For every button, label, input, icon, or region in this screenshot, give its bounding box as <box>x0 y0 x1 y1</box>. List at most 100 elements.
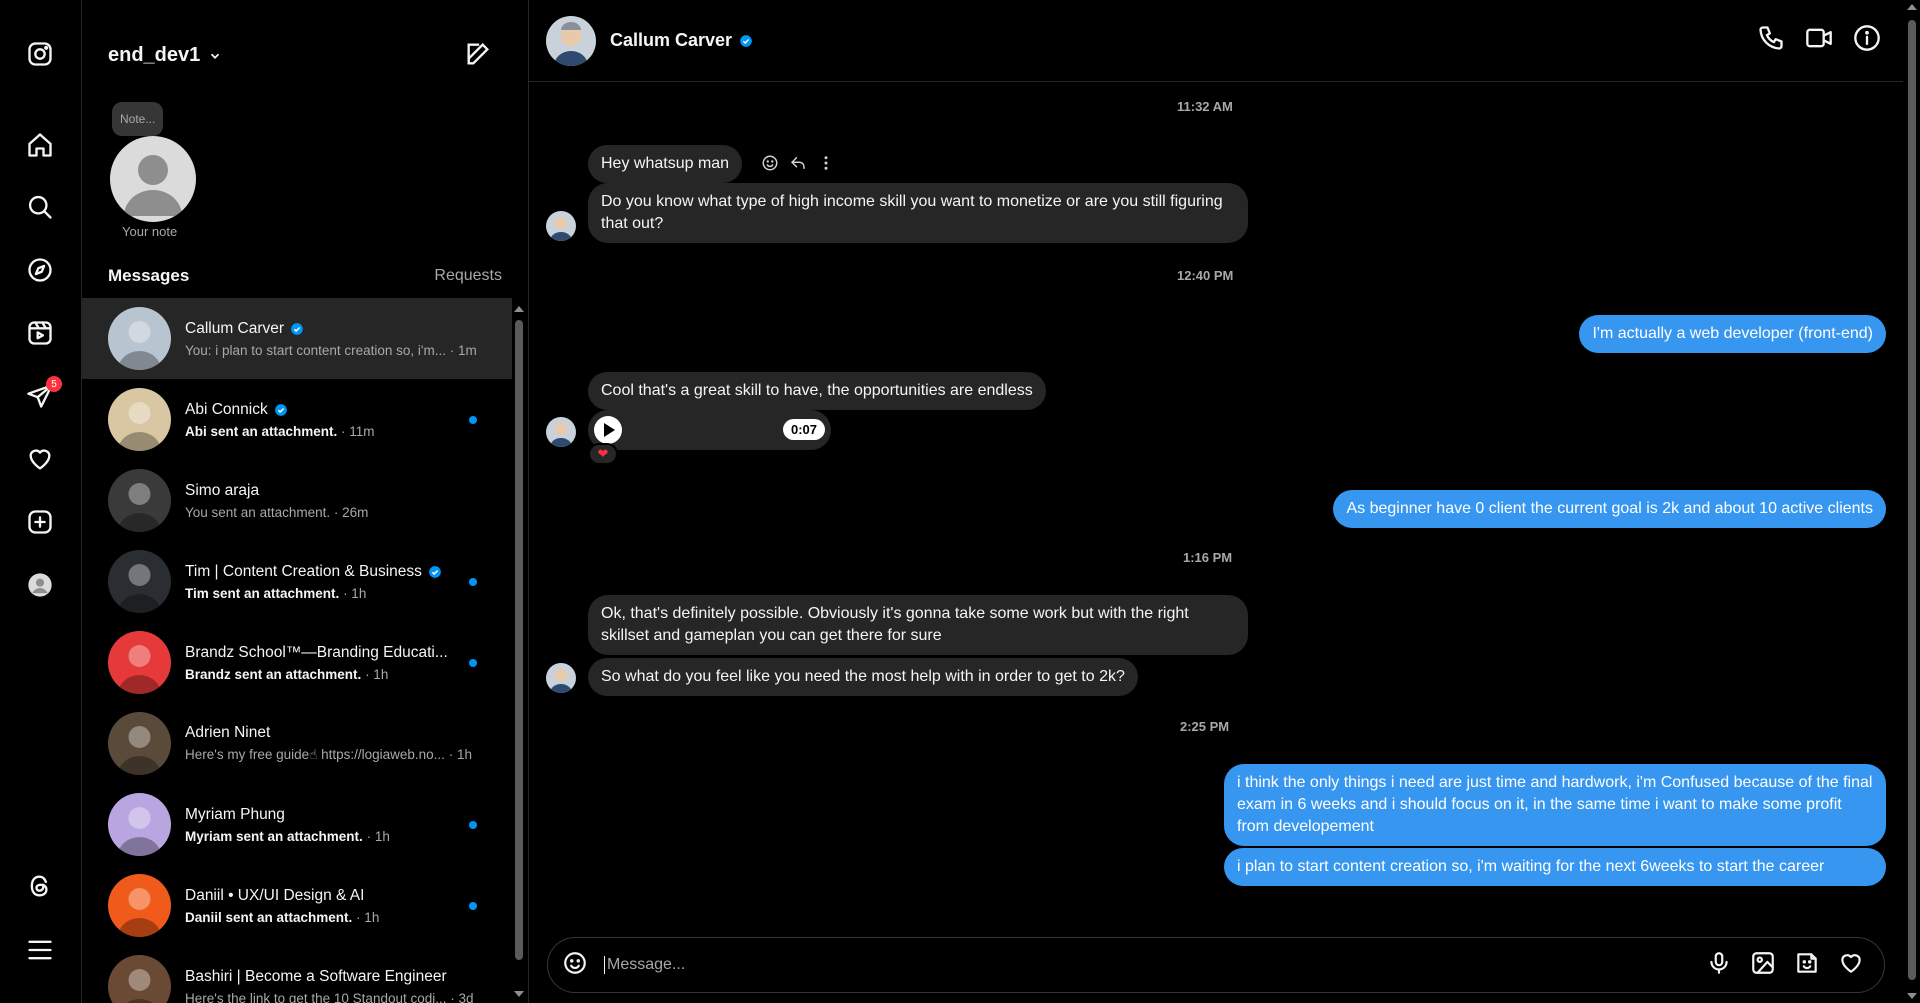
message-timestamp: 11:32 AM <box>1177 99 1233 114</box>
sender-avatar[interactable] <box>546 417 576 447</box>
outgoing-message[interactable]: I'm actually a web developer (front-end) <box>1579 315 1886 353</box>
contact-name-link[interactable]: Callum Carver <box>610 30 753 51</box>
conversation-preview: Myriam sent an attachment. <box>185 828 363 844</box>
profile-avatar-icon[interactable] <box>22 567 58 603</box>
audio-call-icon[interactable] <box>1757 24 1789 56</box>
threads-icon[interactable] <box>22 868 58 904</box>
create-plus-icon[interactable] <box>22 504 58 540</box>
chat-header-actions <box>1757 24 1903 56</box>
conversation-item[interactable]: Abi Connick Abi sent an attachment. · 11m <box>82 379 512 460</box>
account-switcher[interactable]: end_dev1 <box>108 44 222 67</box>
conversation-avatar <box>108 793 171 856</box>
incoming-message[interactable]: Ok, that's definitely possible. Obviousl… <box>588 595 1248 655</box>
outgoing-message[interactable]: As beginner have 0 client the current go… <box>1333 490 1886 528</box>
contact-avatar[interactable] <box>546 15 596 66</box>
message-timestamp: 1:16 PM <box>1183 550 1233 565</box>
microphone-icon[interactable] <box>1706 950 1736 980</box>
conversation-avatar <box>108 874 171 937</box>
more-menu-icon[interactable] <box>22 932 58 968</box>
conversation-avatar <box>108 550 171 613</box>
more-options-icon[interactable] <box>817 154 835 172</box>
chevron-down-icon <box>211 53 220 59</box>
emoji-picker-icon[interactable] <box>562 950 592 980</box>
conversation-avatar <box>108 712 171 775</box>
unread-dot <box>469 577 477 586</box>
conversation-preview: You: i plan to start content creation so… <box>185 342 446 358</box>
reply-icon[interactable] <box>789 154 807 172</box>
message-timestamp: 2:25 PM <box>1180 719 1230 734</box>
conversation-preview: Abi sent an attachment. <box>185 423 338 439</box>
requests-link[interactable]: Requests <box>434 267 502 285</box>
incoming-message[interactable]: Cool that's a great skill to have, the o… <box>588 372 1046 410</box>
conversation-time: · 1h <box>448 747 472 762</box>
sender-avatar[interactable] <box>546 211 576 241</box>
contact-name: Callum Carver <box>610 30 733 50</box>
search-icon[interactable] <box>22 189 58 225</box>
conversation-time: · 26m <box>333 504 369 520</box>
heart-reaction[interactable]: ❤ <box>588 443 618 465</box>
conversation-panel: end_dev1 Note... Your note Messages Requ… <box>82 0 529 1003</box>
message-input[interactable] <box>604 956 1706 974</box>
conversation-time: · 1h <box>343 585 367 601</box>
conversation-item[interactable]: Simo araja You sent an attachment. · 26m <box>82 460 512 541</box>
conversation-time: · 1h <box>356 909 380 925</box>
instagram-dm-app: 5 end_dev1 Note... Your note Messages Re… <box>0 0 1920 1003</box>
conversation-name: Abi Connick <box>185 400 268 418</box>
note-bubble[interactable]: Note... <box>112 102 164 136</box>
conversation-avatar <box>108 469 171 532</box>
conversation-preview: You sent an attachment. <box>185 504 331 520</box>
conversation-item[interactable]: Bashiri | Become a Software Engineer Here… <box>82 946 512 1003</box>
unread-dot <box>469 901 477 910</box>
conversation-preview: Tim sent an attachment. <box>185 585 340 601</box>
page-scrollbar[interactable] <box>1904 0 1920 1003</box>
instagram-logo-icon[interactable] <box>22 36 58 72</box>
conversation-item[interactable]: Tim | Content Creation & Business Tim sen… <box>82 541 512 622</box>
like-heart-icon[interactable] <box>1838 950 1868 980</box>
notifications-heart-icon[interactable] <box>22 441 58 477</box>
your-note-avatar[interactable] <box>110 136 196 222</box>
messages-send-icon[interactable]: 5 <box>22 376 62 414</box>
conversation-name: Brandz School™—Branding Educati... <box>185 643 448 661</box>
incoming-message[interactable]: Hey whatsup man <box>588 145 743 183</box>
conversation-name: Myriam Phung <box>185 805 285 823</box>
messages-heading: Messages <box>108 266 190 285</box>
play-button[interactable] <box>594 416 622 444</box>
outgoing-message[interactable]: i think the only things i need are just … <box>1224 764 1886 846</box>
conversation-name: Daniil • UX/UI Design & AI <box>185 886 365 904</box>
conversation-item[interactable]: Callum Carver You: i plan to start conten… <box>82 298 512 379</box>
conversation-item[interactable]: Daniil • UX/UI Design & AI Daniil sent an… <box>82 865 512 946</box>
incoming-message[interactable]: So what do you feel like you need the mo… <box>588 658 1138 696</box>
react-emoji-icon[interactable] <box>761 154 779 172</box>
conversation-avatar <box>108 388 171 451</box>
verified-badge-icon <box>291 322 303 335</box>
explore-compass-icon[interactable] <box>22 252 58 288</box>
chat-area: Callum Carver 11:32 AM Hey whatsup man D… <box>529 0 1920 1003</box>
voice-message[interactable]: 0:07 <box>588 410 831 450</box>
conversation-avatar <box>108 955 171 1003</box>
conversation-time: · 3d <box>450 990 474 1003</box>
verified-badge-icon <box>429 565 441 578</box>
conversation-item[interactable]: Brandz School™—Branding Educati... Brandz… <box>82 622 512 703</box>
conversation-name: Simo araja <box>185 481 260 499</box>
sticker-icon[interactable] <box>1794 950 1824 980</box>
conversation-item[interactable]: Myriam Phung Myriam sent an attachment. ·… <box>82 784 512 865</box>
new-message-button[interactable] <box>464 40 496 72</box>
conversation-time: · 11m <box>341 423 375 439</box>
outgoing-message[interactable]: i plan to start content creation so, i'm… <box>1224 848 1886 886</box>
conversation-item[interactable]: Adrien Ninet Here's my free guide☝ https:… <box>82 703 512 784</box>
conversation-preview: Brandz sent an attachment. <box>185 666 362 682</box>
home-icon[interactable] <box>22 127 58 163</box>
incoming-message[interactable]: Do you know what type of high income ski… <box>588 183 1248 243</box>
conversation-name: Adrien Ninet <box>185 724 271 741</box>
reels-icon[interactable] <box>22 315 58 351</box>
chat-header: Callum Carver <box>529 0 1903 82</box>
messages-badge: 5 <box>46 376 62 392</box>
image-upload-icon[interactable] <box>1750 950 1780 980</box>
conversation-time: · 1h <box>366 828 390 844</box>
conversation-scrollbar[interactable] <box>512 300 526 1003</box>
conversation-avatar <box>108 631 171 694</box>
sender-avatar[interactable] <box>546 663 576 693</box>
conversation-info-icon[interactable] <box>1853 24 1885 56</box>
conversation-name: Bashiri | Become a Software Engineer <box>185 967 447 985</box>
video-call-icon[interactable] <box>1805 24 1837 56</box>
